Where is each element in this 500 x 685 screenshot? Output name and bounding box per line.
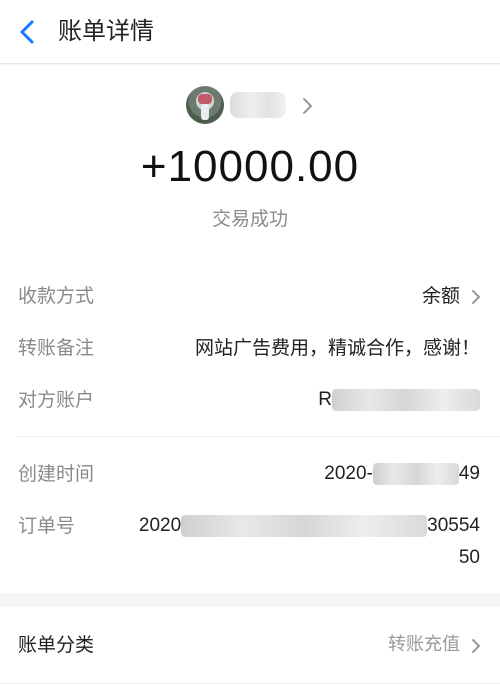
- redacted-blur: [372, 462, 459, 485]
- chevron-right-icon: [472, 639, 480, 653]
- transaction-status: 交易成功: [211, 208, 288, 230]
- counterparty-value: R: [318, 386, 480, 414]
- chevron-right-icon: [472, 290, 480, 304]
- transaction-amount: +10000.00: [140, 142, 360, 191]
- row-order-number: 订单号 2020 30554: [0, 506, 500, 546]
- chevron-right-icon: [303, 98, 312, 114]
- row-payment-method[interactable]: 收款方式 余额: [0, 276, 500, 316]
- created-time-label: 创建时间: [18, 463, 95, 485]
- payment-method-value: 余额: [421, 285, 460, 307]
- back-arrow-icon[interactable]: [14, 14, 44, 50]
- header-bar: 账单详情: [0, 0, 500, 64]
- order-number-value: 2020 30554: [139, 512, 480, 540]
- row-created-time: 创建时间 2020- 49: [0, 454, 500, 494]
- bill-category-value: 转账充值: [388, 634, 460, 655]
- page-title: 账单详情: [58, 17, 154, 45]
- created-time-suffix: 49: [458, 463, 480, 484]
- row-counterparty-account: 对方账户 R: [0, 380, 500, 420]
- created-time-prefix: 2020-: [324, 463, 373, 484]
- bill-category-label: 账单分类: [18, 634, 95, 656]
- created-time-value: 2020- 49: [324, 460, 480, 488]
- transfer-note-value: 网站广告费用，精诚合作，感谢！: [194, 337, 480, 359]
- counterparty-label: 对方账户: [18, 389, 95, 411]
- order-number-label: 订单号: [18, 515, 76, 537]
- divider: [16, 436, 500, 437]
- divider: [0, 683, 500, 684]
- redacted-blur: [181, 514, 428, 537]
- payee-name: [230, 92, 286, 118]
- redacted-blur: [332, 388, 480, 411]
- payee-link[interactable]: [186, 86, 326, 126]
- row-transfer-note: 转账备注 网站广告费用，精诚合作，感谢！: [0, 328, 500, 368]
- bill-category-row[interactable]: 账单分类 转账充值: [0, 607, 500, 685]
- avatar-detail: [198, 94, 212, 104]
- counterparty-visible-text: R: [318, 389, 332, 410]
- order-number-prefix: 2020: [138, 515, 182, 536]
- order-number-line2: 50: [458, 547, 480, 568]
- avatar-figure: [201, 104, 209, 120]
- transfer-note-label: 转账备注: [18, 337, 95, 359]
- order-number-suffix: 30554: [427, 515, 480, 536]
- payment-method-label: 收款方式: [18, 285, 95, 307]
- avatar: [186, 86, 224, 124]
